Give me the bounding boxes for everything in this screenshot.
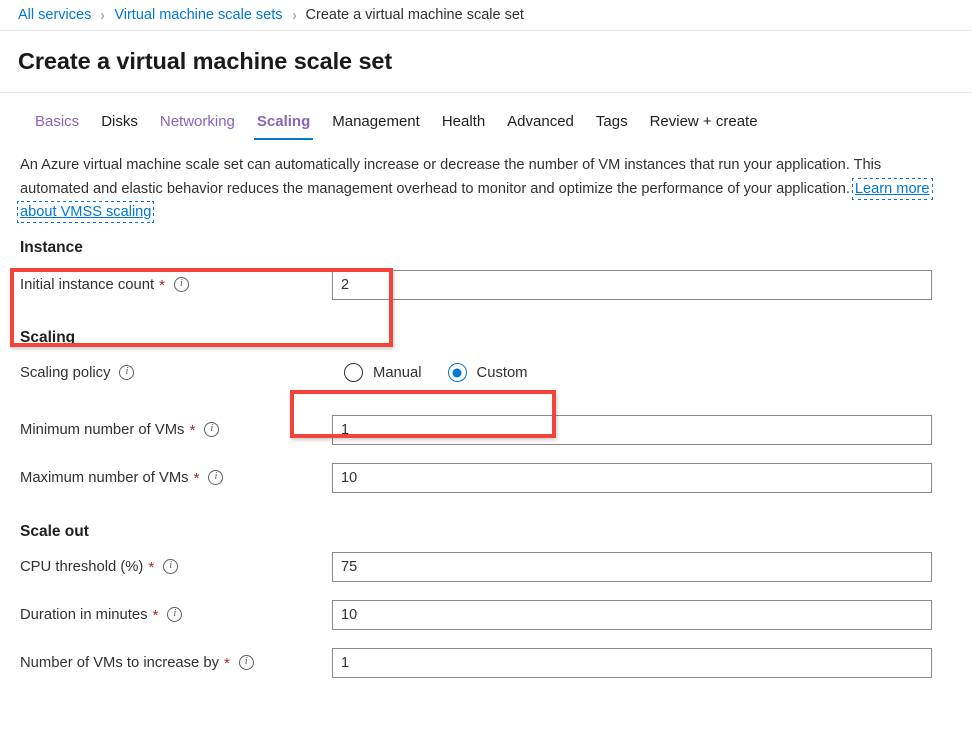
required-asterisk: * [193, 470, 200, 487]
tab-management[interactable]: Management [321, 112, 431, 140]
scaling-policy-label: Scaling policy i [20, 365, 332, 381]
radio-selected-icon [447, 363, 467, 382]
info-icon[interactable]: i [173, 277, 189, 292]
info-icon[interactable]: i [167, 607, 183, 622]
cpu-threshold-row: CPU threshold (%) * i [20, 551, 972, 582]
tab-basics[interactable]: Basics [24, 112, 90, 140]
scaling-description-text: An Azure virtual machine scale set can a… [20, 157, 882, 197]
cpu-threshold-input[interactable] [332, 551, 932, 582]
info-icon[interactable]: i [208, 470, 224, 485]
scaling-policy-option-manual[interactable]: Manual [344, 363, 422, 382]
radio-icon [344, 363, 363, 382]
minimum-vms-label-text: Minimum number of VMs [20, 421, 185, 438]
scaling-policy-option-custom-label: Custom [476, 364, 528, 381]
duration-minutes-input[interactable] [332, 599, 932, 630]
scaling-form: Instance Initial instance count * i Scal… [0, 239, 972, 678]
required-asterisk: * [189, 422, 196, 439]
maximum-vms-row: Maximum number of VMs * i [20, 462, 972, 493]
info-icon[interactable]: i [238, 655, 254, 670]
instance-section-heading: Instance [20, 238, 83, 256]
required-asterisk: * [152, 607, 159, 624]
duration-minutes-label-text: Duration in minutes [20, 606, 148, 623]
minimum-vms-input[interactable] [332, 414, 932, 445]
breadcrumb-separator-icon: › [292, 6, 297, 24]
tab-disks[interactable]: Disks [90, 112, 149, 140]
required-asterisk: * [224, 655, 230, 672]
scaling-policy-radio-group: Manual Custom [332, 363, 528, 382]
tab-tags[interactable]: Tags [585, 112, 639, 140]
breadcrumb-separator-icon: › [100, 6, 105, 24]
tab-review-create[interactable]: Review + create [639, 112, 769, 140]
scaling-policy-option-manual-label: Manual [373, 364, 422, 381]
breadcrumb-link-vmss[interactable]: Virtual machine scale sets [114, 7, 282, 23]
minimum-vms-label: Minimum number of VMs * i [20, 422, 332, 438]
scaling-policy-label-text: Scaling policy [20, 364, 111, 381]
tab-networking[interactable]: Networking [149, 112, 246, 140]
tab-health[interactable]: Health [431, 112, 496, 140]
page-title: Create a virtual machine scale set [18, 48, 393, 74]
vms-increase-by-label-text: Number of VMs to increase by [20, 654, 220, 671]
scale-out-section-heading: Scale out [20, 522, 89, 540]
maximum-vms-input[interactable] [332, 462, 932, 493]
wizard-tab-bar: Basics Disks Networking Scaling Manageme… [0, 93, 972, 140]
initial-instance-count-label: Initial instance count * i [20, 277, 332, 293]
page-header: Create a virtual machine scale set [0, 31, 972, 93]
tab-advanced[interactable]: Advanced [496, 112, 585, 140]
vms-increase-by-row: Number of VMs to increase by * i [20, 647, 972, 678]
breadcrumb-current: Create a virtual machine scale set [305, 7, 524, 23]
vms-increase-by-label: Number of VMs to increase by * i [20, 655, 332, 671]
scaling-policy-option-custom[interactable]: Custom [447, 363, 528, 382]
breadcrumb: All services › Virtual machine scale set… [0, 0, 972, 31]
initial-instance-count-input[interactable] [332, 269, 932, 300]
maximum-vms-label: Maximum number of VMs * i [20, 470, 332, 486]
breadcrumb-link-all-services[interactable]: All services [18, 7, 91, 23]
info-icon[interactable]: i [204, 422, 220, 437]
scaling-description: An Azure virtual machine scale set can a… [17, 154, 933, 225]
initial-instance-count-row: Initial instance count * i [20, 269, 972, 300]
cpu-threshold-label-text: CPU threshold (%) [20, 558, 144, 575]
tab-scaling[interactable]: Scaling [246, 112, 321, 140]
vms-increase-by-input[interactable] [332, 647, 932, 678]
minimum-vms-row: Minimum number of VMs * i [20, 414, 972, 445]
scaling-section-heading: Scaling [20, 328, 76, 346]
required-asterisk: * [159, 277, 165, 294]
cpu-threshold-label: CPU threshold (%) * i [20, 559, 332, 575]
initial-instance-count-label-text: Initial instance count [20, 276, 155, 293]
maximum-vms-label-text: Maximum number of VMs [20, 469, 189, 486]
duration-minutes-label: Duration in minutes * i [20, 607, 332, 623]
info-icon[interactable]: i [163, 559, 179, 574]
info-icon[interactable]: i [119, 365, 135, 380]
scaling-policy-row: Scaling policy i Manual Custom [20, 358, 972, 388]
duration-minutes-row: Duration in minutes * i [20, 599, 972, 630]
required-asterisk: * [148, 559, 155, 576]
